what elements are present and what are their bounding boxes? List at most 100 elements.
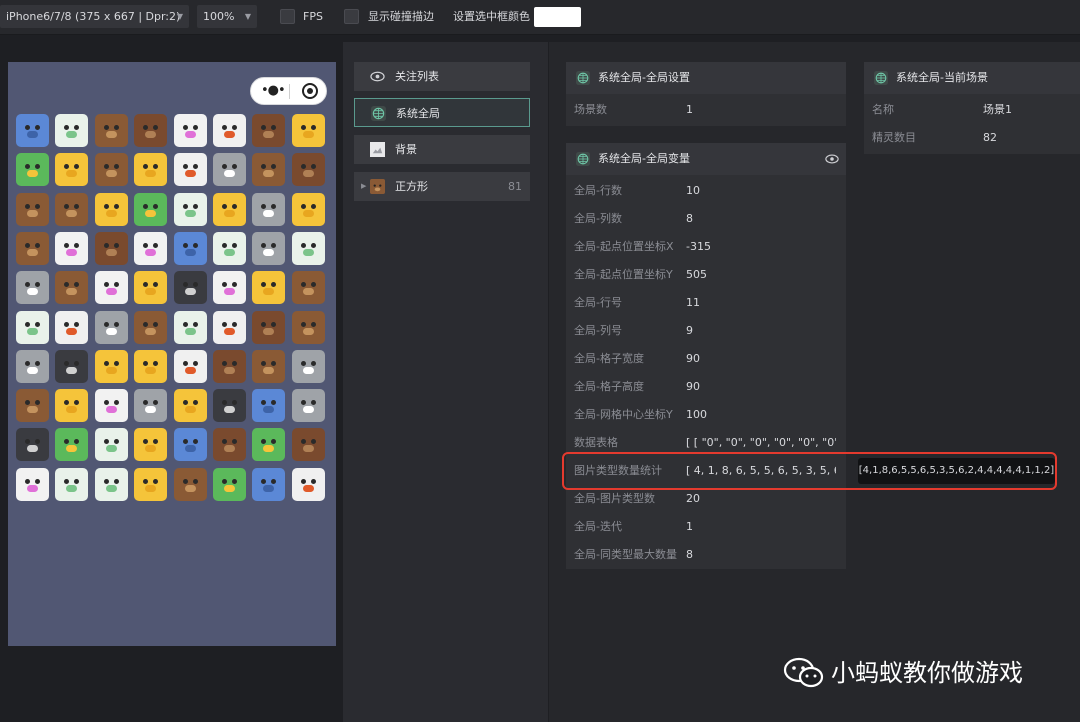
animal-tile[interactable] bbox=[252, 114, 286, 147]
animal-tile[interactable] bbox=[16, 428, 49, 462]
property-value[interactable]: 100 bbox=[686, 401, 836, 429]
animal-tile[interactable] bbox=[94, 192, 128, 226]
animal-tile[interactable] bbox=[173, 428, 207, 462]
zoom-dropdown[interactable]: 100% ▼ bbox=[197, 5, 257, 28]
animal-tile[interactable] bbox=[16, 271, 49, 305]
animal-tile[interactable] bbox=[291, 428, 325, 462]
animal-tile[interactable] bbox=[134, 271, 168, 305]
animal-tile[interactable] bbox=[213, 428, 246, 462]
animal-tile[interactable] bbox=[94, 271, 128, 305]
animal-tile[interactable] bbox=[94, 349, 128, 383]
animal-tile[interactable] bbox=[291, 231, 325, 265]
animal-tile[interactable] bbox=[134, 310, 168, 344]
more-icon[interactable]: •●• bbox=[261, 82, 286, 100]
animal-tile[interactable] bbox=[291, 389, 325, 423]
animal-tile[interactable] bbox=[173, 310, 207, 344]
property-value[interactable]: 9 bbox=[686, 317, 836, 345]
animal-tile[interactable] bbox=[173, 389, 207, 423]
animal-tile[interactable] bbox=[134, 349, 168, 383]
collision-checkbox[interactable] bbox=[344, 9, 359, 24]
animal-tile[interactable] bbox=[94, 389, 128, 423]
animal-tile[interactable] bbox=[213, 153, 246, 187]
animal-tile[interactable] bbox=[173, 153, 207, 187]
property-value[interactable]: 82 bbox=[983, 124, 997, 152]
property-value[interactable]: 1 bbox=[686, 513, 836, 541]
property-value[interactable]: -315 bbox=[686, 233, 836, 261]
property-value[interactable]: 11 bbox=[686, 289, 836, 317]
animal-tile[interactable] bbox=[134, 231, 168, 265]
animal-tile[interactable] bbox=[213, 310, 246, 344]
animal-tile[interactable] bbox=[55, 349, 89, 383]
animal-tile[interactable] bbox=[55, 114, 89, 147]
fps-checkbox[interactable] bbox=[280, 9, 295, 24]
select-color-swatch[interactable] bbox=[534, 7, 581, 27]
property-value[interactable]: 8 bbox=[686, 205, 836, 233]
animal-tile[interactable] bbox=[291, 349, 325, 383]
animal-tile[interactable] bbox=[213, 192, 246, 226]
animal-tile[interactable] bbox=[16, 467, 49, 501]
animal-tile[interactable] bbox=[291, 192, 325, 226]
property-value[interactable]: 90 bbox=[686, 345, 836, 373]
property-value[interactable]: 1 bbox=[686, 96, 693, 124]
close-target-icon[interactable] bbox=[302, 83, 318, 99]
animal-tile[interactable] bbox=[16, 153, 49, 187]
expand-arrow-icon[interactable]: ▶ bbox=[361, 172, 366, 201]
animal-tile[interactable] bbox=[252, 231, 286, 265]
animal-tile[interactable] bbox=[213, 467, 246, 501]
animal-tile[interactable] bbox=[134, 114, 168, 147]
animal-tile[interactable] bbox=[252, 153, 286, 187]
animal-tile[interactable] bbox=[291, 310, 325, 344]
animal-tile[interactable] bbox=[16, 114, 49, 147]
property-value[interactable]: 10 bbox=[686, 177, 836, 205]
animal-tile[interactable] bbox=[94, 467, 128, 501]
animal-tile[interactable] bbox=[291, 467, 325, 501]
animal-tile[interactable] bbox=[16, 231, 49, 265]
animal-tile[interactable] bbox=[16, 310, 49, 344]
animal-tile[interactable] bbox=[291, 271, 325, 305]
animal-tile[interactable] bbox=[213, 271, 246, 305]
animal-tile[interactable] bbox=[213, 114, 246, 147]
animal-tile[interactable] bbox=[94, 153, 128, 187]
animal-tile[interactable] bbox=[252, 389, 286, 423]
animal-tile[interactable] bbox=[252, 467, 286, 501]
animal-tile[interactable] bbox=[94, 310, 128, 344]
animal-tile[interactable] bbox=[213, 389, 246, 423]
animal-tile[interactable] bbox=[55, 231, 89, 265]
property-value[interactable]: 场景1 bbox=[983, 96, 1012, 124]
animal-tile[interactable] bbox=[291, 153, 325, 187]
animal-tile[interactable] bbox=[55, 271, 89, 305]
animal-tile[interactable] bbox=[55, 389, 89, 423]
animal-tile[interactable] bbox=[55, 467, 89, 501]
animal-tile[interactable] bbox=[134, 153, 168, 187]
node-item-background[interactable]: 背景 bbox=[354, 135, 530, 164]
device-dropdown[interactable]: iPhone6/7/8 (375 x 667 | Dpr:2) ▼ bbox=[0, 5, 189, 28]
property-value[interactable]: 90 bbox=[686, 373, 836, 401]
animal-tile[interactable] bbox=[252, 428, 286, 462]
animal-tile[interactable] bbox=[55, 428, 89, 462]
node-item-watch-list[interactable]: 关注列表 bbox=[354, 62, 530, 91]
animal-tile[interactable] bbox=[173, 271, 207, 305]
property-value[interactable]: 8 bbox=[686, 541, 836, 569]
animal-tile[interactable] bbox=[55, 192, 89, 226]
animal-tile[interactable] bbox=[134, 467, 168, 501]
animal-tile[interactable] bbox=[173, 467, 207, 501]
animal-tile[interactable] bbox=[173, 192, 207, 226]
animal-tile[interactable] bbox=[16, 349, 49, 383]
animal-tile[interactable] bbox=[173, 349, 207, 383]
animal-tile[interactable] bbox=[55, 310, 89, 344]
node-item-square[interactable]: ▶ 正方形 81 bbox=[354, 172, 530, 201]
animal-tile[interactable] bbox=[252, 271, 286, 305]
animal-tile[interactable] bbox=[94, 114, 128, 147]
animal-tile[interactable] bbox=[16, 192, 49, 226]
animal-tile[interactable] bbox=[94, 428, 128, 462]
animal-tile[interactable] bbox=[173, 114, 207, 147]
animal-tile[interactable] bbox=[173, 231, 207, 265]
animal-tile[interactable] bbox=[252, 349, 286, 383]
node-item-system-global[interactable]: 系统全局 bbox=[354, 98, 530, 127]
animal-tile[interactable] bbox=[134, 389, 168, 423]
animal-tile[interactable] bbox=[213, 349, 246, 383]
animal-tile[interactable] bbox=[16, 389, 49, 423]
watch-eye-icon[interactable] bbox=[825, 153, 839, 165]
animal-tile[interactable] bbox=[213, 231, 246, 265]
animal-tile[interactable] bbox=[55, 153, 89, 187]
